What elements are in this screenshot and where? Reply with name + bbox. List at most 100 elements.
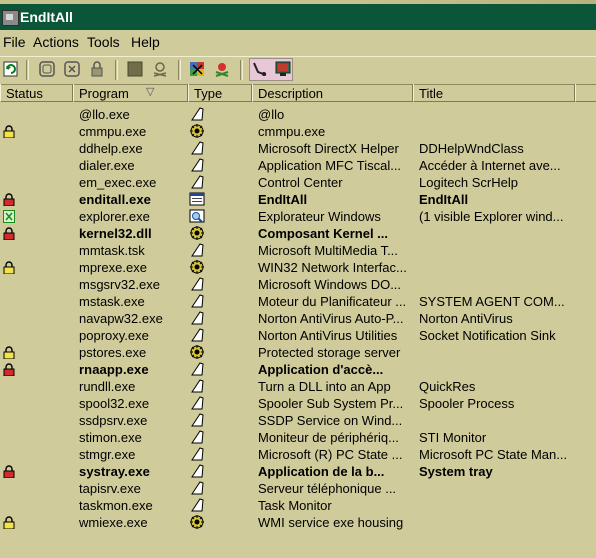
toolbar — [0, 56, 596, 85]
description-cell: Microsoft Windows DO... — [258, 277, 402, 292]
program-cell: stimon.exe — [79, 430, 142, 445]
description-cell: Spooler Sub System Pr... — [258, 396, 404, 411]
page-icon — [189, 327, 205, 343]
column-status[interactable]: Status — [0, 84, 73, 102]
skull-crossbones-icon[interactable] — [213, 60, 231, 78]
column-title[interactable]: Title — [413, 84, 575, 102]
description-cell: Microsoft MultiMedia T... — [258, 243, 398, 258]
title-cell: STI Monitor — [419, 430, 487, 445]
page-icon — [189, 463, 205, 479]
description-cell: Task Monitor — [258, 498, 332, 513]
description-cell: @llo — [258, 107, 285, 122]
refresh-icon[interactable] — [2, 60, 20, 78]
column-program[interactable]: Program ▽ — [73, 84, 188, 102]
page-icon — [189, 310, 205, 326]
toolbar-separator — [178, 60, 181, 80]
window-title: EndItAll — [20, 9, 73, 25]
process-row[interactable]: rnaapp.exe Application d'accè... — [0, 361, 596, 378]
process-row[interactable]: spool32.exe Spooler Sub System Pr... Spool… — [0, 395, 596, 412]
process-row[interactable]: kernel32.dll Composant Kernel ... — [0, 225, 596, 242]
menu-tools[interactable]: Tools — [87, 34, 120, 50]
list-header: Status Program ▽ Type Description Title — [0, 84, 596, 103]
gear-icon — [189, 123, 205, 139]
process-row[interactable]: ddhelp.exe Microsoft DirectX Helper DDHelp… — [0, 140, 596, 157]
process-row[interactable]: pstores.exe Protected storage server — [0, 344, 596, 361]
pin-icon[interactable] — [251, 60, 269, 78]
column-description[interactable]: Description — [252, 84, 413, 102]
process-row[interactable]: mmtask.tsk Microsoft MultiMedia T... — [0, 242, 596, 259]
column-type[interactable]: Type — [188, 84, 252, 102]
process-row[interactable]: rundll.exe Turn a DLL into an App QuickRes — [0, 378, 596, 395]
menu-help[interactable]: Help — [131, 34, 160, 50]
process-row[interactable]: enditall.exe EndItAll EndItAll — [0, 191, 596, 208]
process-row[interactable]: em_exec.exe Control Center Logitech ScrHel… — [0, 174, 596, 191]
description-cell: Microsoft (R) PC State ... — [258, 447, 403, 462]
title-cell: SYSTEM AGENT COM... — [419, 294, 565, 309]
program-cell: mstask.exe — [79, 294, 145, 309]
menu-actions[interactable]: Actions — [33, 34, 79, 50]
process-row[interactable]: stimon.exe Moniteur de périphériq... STI M… — [0, 429, 596, 446]
process-row[interactable]: systray.exe Application de la b... System … — [0, 463, 596, 480]
green-x-icon — [3, 210, 15, 223]
page-icon — [189, 497, 205, 513]
windows-x-icon[interactable] — [188, 60, 206, 78]
process-row[interactable]: cmmpu.exe cmmpu.exe — [0, 123, 596, 140]
description-cell: Protected storage server — [258, 345, 401, 360]
description-cell: Moniteur de périphériq... — [258, 430, 399, 445]
process-row[interactable]: @llo.exe @llo — [0, 106, 596, 123]
page-icon — [189, 174, 205, 190]
kill-task-icon[interactable] — [63, 60, 81, 78]
program-cell: rundll.exe — [79, 379, 136, 394]
process-row[interactable]: taskmon.exe Task Monitor — [0, 497, 596, 514]
title-cell: QuickRes — [419, 379, 476, 394]
program-cell: explorer.exe — [79, 209, 150, 224]
toolbar-separator — [240, 60, 243, 80]
description-cell: Application d'accè... — [258, 362, 384, 377]
process-row[interactable]: ssdpsrv.exe SSDP Service on Wind... — [0, 412, 596, 429]
process-row[interactable]: mprexe.exe WIN32 Network Interfac... — [0, 259, 596, 276]
title-cell: System tray — [419, 464, 493, 479]
description-cell: Microsoft DirectX Helper — [258, 141, 399, 156]
process-row[interactable]: poproxy.exe Norton AntiVirus Utilities Soc… — [0, 327, 596, 344]
program-cell: systray.exe — [79, 464, 150, 479]
program-cell: ssdpsrv.exe — [79, 413, 148, 428]
lock-yellow-icon — [3, 125, 15, 139]
menu-file[interactable]: File — [3, 34, 26, 50]
lock-red-icon — [3, 465, 15, 479]
process-row[interactable]: dialer.exe Application MFC Tiscal... Accéd… — [0, 157, 596, 174]
monitor-icon[interactable] — [274, 60, 292, 78]
program-cell: msgsrv32.exe — [79, 277, 160, 292]
page-icon — [189, 395, 205, 411]
page-icon — [189, 140, 205, 156]
process-row[interactable]: navapw32.exe Norton AntiVirus Auto-P... No… — [0, 310, 596, 327]
lock-yellow-icon — [3, 261, 15, 275]
process-row[interactable]: msgsrv32.exe Microsoft Windows DO... — [0, 276, 596, 293]
gear-icon — [189, 225, 205, 241]
program-cell: mmtask.tsk — [79, 243, 145, 258]
description-cell: Application de la b... — [258, 464, 385, 479]
title-cell: EndItAll — [419, 192, 469, 207]
title-cell: Norton AntiVirus — [419, 311, 513, 326]
stop-icon[interactable] — [126, 60, 144, 78]
program-cell: pstores.exe — [79, 345, 147, 360]
process-row[interactable]: stmgr.exe Microsoft (R) PC State ... Micro… — [0, 446, 596, 463]
process-row[interactable]: mstask.exe Moteur du Planificateur ... SYS… — [0, 293, 596, 310]
page-icon — [189, 446, 205, 462]
process-row[interactable]: wmiexe.exe WMI service exe housing — [0, 514, 596, 531]
description-cell: SSDP Service on Wind... — [258, 413, 403, 428]
toolbar-separator — [26, 60, 29, 80]
title-cell: (1 visible Explorer wind... — [419, 209, 564, 224]
app-icon[interactable] — [2, 10, 19, 26]
process-row[interactable]: explorer.exe Explorateur Windows (1 visibl… — [0, 208, 596, 225]
end-task-icon[interactable] — [38, 60, 56, 78]
lock-red-icon — [3, 193, 15, 207]
title-bar: EndItAll — [0, 0, 596, 30]
title-cell: Logitech ScrHelp — [419, 175, 518, 190]
lock-icon[interactable] — [88, 60, 106, 78]
title-cell: Socket Notification Sink — [419, 328, 556, 343]
skull-icon[interactable] — [151, 60, 169, 78]
process-row[interactable]: tapisrv.exe Serveur téléphonique ... — [0, 480, 596, 497]
page-icon — [189, 480, 205, 496]
description-cell: Norton AntiVirus Auto-P... — [258, 311, 404, 326]
page-icon — [189, 429, 205, 445]
